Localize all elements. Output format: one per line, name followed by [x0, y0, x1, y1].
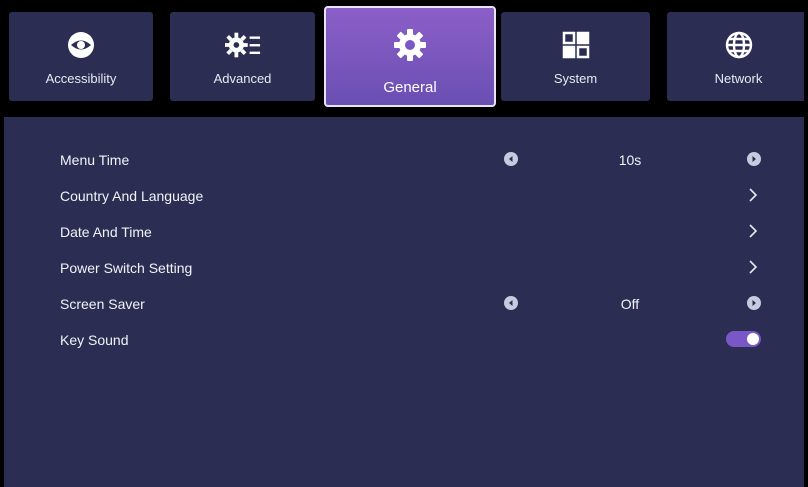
globe-icon — [721, 27, 757, 63]
tab-system[interactable]: System — [501, 12, 650, 101]
tab-system-label: System — [553, 71, 598, 86]
screen-saver-label: Screen Saver — [60, 296, 145, 312]
tab-general-label: General — [383, 79, 437, 96]
eye-icon — [63, 27, 99, 63]
tab-accessibility-label: Accessibility — [45, 71, 117, 86]
gear-icon — [392, 27, 428, 63]
tab-network-label: Network — [714, 71, 763, 86]
increase-arrow-icon[interactable] — [747, 152, 761, 166]
key-sound-toggle[interactable] — [726, 331, 761, 347]
screen-saver-row[interactable]: Screen Saver Off — [4, 287, 804, 323]
power-switch-setting-label: Power Switch Setting — [60, 260, 193, 276]
general-settings-list: Menu Time 10s Country And Language Date … — [4, 143, 804, 359]
grid-icon — [558, 27, 594, 63]
country-and-language-label: Country And Language — [60, 188, 204, 204]
tab-network[interactable]: Network — [667, 12, 804, 101]
decrease-arrow-icon[interactable] — [504, 152, 518, 166]
chevron-right-icon — [746, 222, 760, 240]
date-and-time-row[interactable]: Date And Time — [4, 215, 804, 251]
chevron-right-icon — [746, 258, 760, 276]
key-sound-label: Key Sound — [60, 332, 129, 348]
tab-accessibility[interactable]: Accessibility — [9, 12, 153, 101]
key-sound-row[interactable]: Key Sound — [4, 323, 804, 359]
chevron-right-icon — [746, 186, 760, 204]
menu-time-row[interactable]: Menu Time 10s — [4, 143, 804, 179]
date-and-time-label: Date And Time — [60, 224, 152, 240]
screen-saver-value: Off — [620, 296, 640, 312]
power-switch-setting-row[interactable]: Power Switch Setting — [4, 251, 804, 287]
tv-settings-screen: Accessibility Advanced General System Ne… — [4, 0, 804, 487]
toggle-knob — [747, 333, 759, 345]
tab-general[interactable]: General — [324, 6, 496, 107]
menu-time-label: Menu Time — [60, 152, 130, 168]
gear-list-icon — [224, 27, 261, 63]
tab-advanced-label: Advanced — [213, 71, 272, 86]
category-tab-bar: Accessibility Advanced General System Ne… — [4, 0, 804, 117]
increase-arrow-icon[interactable] — [747, 296, 761, 310]
menu-time-value: 10s — [618, 152, 642, 168]
country-and-language-row[interactable]: Country And Language — [4, 179, 804, 215]
tab-advanced[interactable]: Advanced — [170, 12, 315, 101]
decrease-arrow-icon[interactable] — [504, 296, 518, 310]
